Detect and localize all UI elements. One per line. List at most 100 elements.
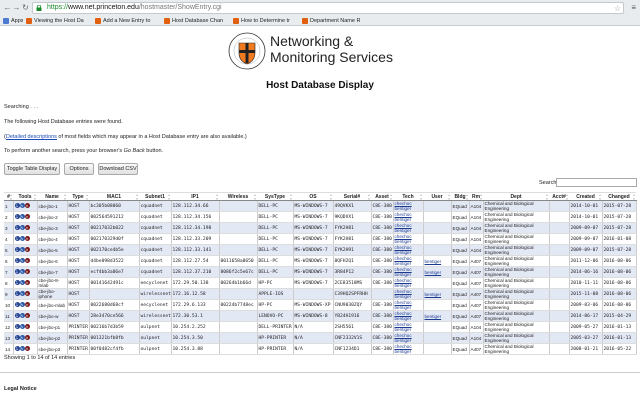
edit-icon[interactable]: ✎ <box>19 324 25 329</box>
edit-icon[interactable]: ✎ <box>19 313 25 318</box>
cell-user[interactable]: bentiger <box>423 288 452 300</box>
download-csv-button[interactable]: Download CSV <box>98 163 138 175</box>
menu-icon[interactable]: ≡ <box>631 3 636 12</box>
edit-icon[interactable]: ✎ <box>19 236 25 241</box>
edit-icon[interactable]: ✎ <box>19 346 25 351</box>
column-header[interactable]: Tools <box>13 192 37 202</box>
edit-icon[interactable]: ✎ <box>19 335 25 340</box>
tech-link[interactable]: bentiger <box>395 228 422 233</box>
column-header[interactable]: Tech <box>393 192 423 202</box>
delete-icon[interactable]: ✕ <box>24 291 30 296</box>
view-icon[interactable]: i <box>14 313 20 318</box>
cell-user[interactable] <box>423 332 452 344</box>
edit-icon[interactable]: ✎ <box>19 291 25 296</box>
edit-icon[interactable]: ✎ <box>19 258 25 263</box>
bookmark-item[interactable]: Viewing the Host Da <box>26 17 92 24</box>
column-header[interactable]: Changed <box>602 192 636 202</box>
search-input[interactable] <box>556 178 637 187</box>
view-icon[interactable]: i <box>14 335 20 340</box>
edit-icon[interactable]: ✎ <box>19 280 25 285</box>
view-icon[interactable]: i <box>14 346 20 351</box>
cell-user[interactable] <box>423 321 452 333</box>
tech-link[interactable]: bentiger <box>395 217 422 222</box>
column-header[interactable]: Type <box>67 192 89 202</box>
column-header[interactable]: Subnet1 <box>139 192 171 202</box>
cell-user[interactable] <box>423 299 452 311</box>
column-header[interactable]: Bldg <box>451 192 469 202</box>
column-header[interactable]: Acct# <box>549 192 569 202</box>
column-header[interactable]: MAC1 <box>89 192 139 202</box>
view-icon[interactable]: i <box>14 203 20 208</box>
delete-icon[interactable]: ✕ <box>24 302 30 307</box>
edit-icon[interactable]: ✎ <box>19 214 25 219</box>
bookmark-item[interactable]: Department Name R <box>302 17 368 24</box>
tech-link[interactable]: bentiger <box>395 206 422 211</box>
tech-link[interactable]: bentiger <box>395 305 422 310</box>
delete-icon[interactable]: ✕ <box>24 313 30 318</box>
column-header[interactable]: Serial# <box>333 192 371 202</box>
column-header[interactable]: User <box>423 192 451 202</box>
column-header[interactable]: IP1 <box>171 192 219 202</box>
column-header[interactable]: Rm <box>469 192 483 202</box>
delete-icon[interactable]: ✕ <box>24 324 30 329</box>
view-icon[interactable]: i <box>14 324 20 329</box>
options-button[interactable]: Options <box>64 163 94 175</box>
edit-icon[interactable]: ✎ <box>19 225 25 230</box>
cell-user[interactable] <box>423 343 452 355</box>
detailed-descriptions-link[interactable]: Detailed descriptions <box>6 134 57 140</box>
legal-notice-link[interactable]: Legal Notice <box>4 386 37 392</box>
tech-link[interactable]: bentiger <box>395 316 422 321</box>
view-icon[interactable]: i <box>14 302 20 307</box>
view-icon[interactable]: i <box>14 258 20 263</box>
cell-user[interactable]: bentiger <box>423 266 452 278</box>
delete-icon[interactable]: ✕ <box>24 258 30 263</box>
delete-icon[interactable]: ✕ <box>24 203 30 208</box>
address-bar[interactable]: https://www.net.princeton.edu/hostmaster… <box>32 2 624 14</box>
delete-icon[interactable]: ✕ <box>24 335 30 340</box>
back-icon[interactable]: ← <box>3 3 12 12</box>
cell-user[interactable] <box>423 277 452 289</box>
reload-icon[interactable]: ↻ <box>21 3 30 12</box>
column-header[interactable]: Dept <box>483 192 549 202</box>
bookmark-apps[interactable]: Apps <box>3 17 23 24</box>
delete-icon[interactable]: ✕ <box>24 280 30 285</box>
tech-link[interactable]: bentiger <box>395 349 422 354</box>
delete-icon[interactable]: ✕ <box>24 236 30 241</box>
toggle-table-display-button[interactable]: Toggle Table Display <box>4 163 60 175</box>
cell-user[interactable]: bentiger <box>423 255 452 267</box>
column-header[interactable]: # <box>4 192 13 202</box>
column-header[interactable]: Asset <box>371 192 393 202</box>
cell-user[interactable] <box>423 200 452 212</box>
tech-link[interactable]: bentiger <box>395 294 422 299</box>
edit-icon[interactable]: ✎ <box>19 302 25 307</box>
view-icon[interactable]: i <box>14 225 20 230</box>
cell-user[interactable] <box>423 211 452 223</box>
column-header[interactable]: OS <box>293 192 333 202</box>
tech-link[interactable]: bentiger <box>395 338 422 343</box>
forward-icon[interactable]: → <box>12 3 21 12</box>
view-icon[interactable]: i <box>14 269 20 274</box>
column-header[interactable]: Wireless <box>219 192 257 202</box>
delete-icon[interactable]: ✕ <box>24 214 30 219</box>
tech-link[interactable]: bentiger <box>395 250 422 255</box>
column-header[interactable]: SysType <box>257 192 293 202</box>
cell-user[interactable] <box>423 244 452 256</box>
cell-user[interactable] <box>423 222 452 234</box>
tech-link[interactable]: bentiger <box>395 283 422 288</box>
tech-link[interactable]: bentiger <box>395 261 422 266</box>
edit-icon[interactable]: ✎ <box>19 247 25 252</box>
column-header[interactable]: Name <box>37 192 67 202</box>
delete-icon[interactable]: ✕ <box>24 247 30 252</box>
cell-user[interactable] <box>423 233 452 245</box>
edit-icon[interactable]: ✎ <box>19 269 25 274</box>
edit-icon[interactable]: ✎ <box>19 203 25 208</box>
delete-icon[interactable]: ✕ <box>24 346 30 351</box>
view-icon[interactable]: i <box>14 280 20 285</box>
delete-icon[interactable]: ✕ <box>24 269 30 274</box>
cell-user[interactable]: bentiger <box>423 310 452 322</box>
view-icon[interactable]: i <box>14 291 20 296</box>
tech-link[interactable]: bentiger <box>395 272 422 277</box>
view-icon[interactable]: i <box>14 247 20 252</box>
view-icon[interactable]: i <box>14 236 20 241</box>
delete-icon[interactable]: ✕ <box>24 225 30 230</box>
